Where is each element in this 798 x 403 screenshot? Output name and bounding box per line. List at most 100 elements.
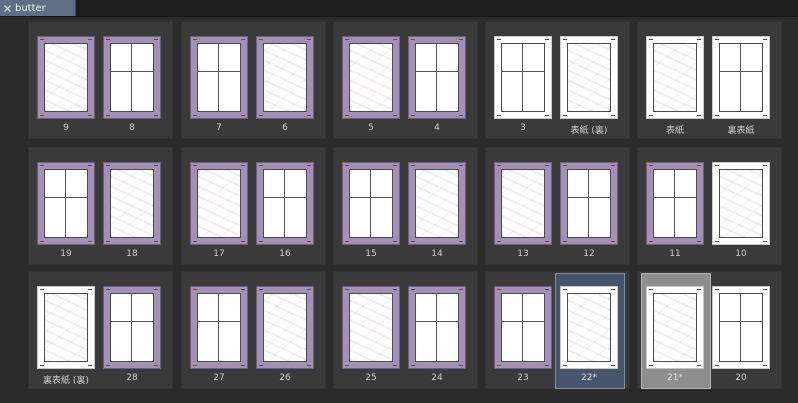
page-canvas [719,169,763,238]
crop-mark [545,115,549,116]
spread[interactable]: 23 22* [485,271,630,389]
crop-mark [40,241,44,242]
page-thumbnail[interactable] [37,36,95,119]
page-canvas [653,169,697,238]
crop-mark [345,165,349,166]
spread[interactable]: 3 表紙 (裏) [485,21,630,139]
page-canvas [197,169,241,238]
crop-mark [715,115,719,116]
page-thumbnail[interactable] [342,286,400,369]
page-thumbnail[interactable] [712,286,770,369]
page-thumbnail[interactable] [646,162,704,245]
spread[interactable]: 裏表紙 (裏) 28 [28,271,173,389]
crop-mark [259,165,263,166]
spread[interactable]: 11 10 [637,147,782,265]
crop-mark [345,39,349,40]
page-canvas [349,293,393,362]
page-thumbnail[interactable] [408,36,466,119]
crop-mark [88,241,92,242]
page-thumbnail[interactable] [712,162,770,245]
crop-mark [411,365,415,366]
page-thumbnail[interactable] [190,36,248,119]
crop-mark [497,365,501,366]
page-number-label: 20 [735,373,747,383]
page-thumbnail[interactable] [408,286,466,369]
page-canvas [197,43,241,112]
page-thumbnail[interactable] [560,36,618,119]
page-thumbnail[interactable] [494,162,552,245]
page-thumbnail[interactable] [256,36,314,119]
page-number-label: 22* [581,373,597,383]
page-thumbnail[interactable] [494,286,552,369]
page-canvas [415,43,459,112]
page-thumbnail[interactable] [646,36,704,119]
spread[interactable]: 表紙 裏表紙 [637,21,782,139]
page-thumbnail[interactable] [103,162,161,245]
spread[interactable]: 15 14 [333,147,478,265]
page-number-label: 19 [60,249,72,259]
page-number-label: 21* [667,373,683,383]
crop-mark [88,365,92,366]
crop-mark [411,165,415,166]
page-canvas [653,43,697,112]
spread[interactable]: 27 26 [181,271,326,389]
page-thumbnail[interactable] [494,36,552,119]
spread[interactable]: 98 [28,21,173,139]
page-canvas [567,293,611,362]
crop-mark [763,115,767,116]
page-thumbnail[interactable] [256,162,314,245]
page-thumbnail[interactable] [190,162,248,245]
crop-mark [88,115,92,116]
crop-mark [649,115,653,116]
page-thumbnail[interactable] [408,162,466,245]
page-number-label: 6 [282,123,288,133]
spread[interactable]: 21* 20 [637,271,782,389]
spread[interactable]: 17 16 [181,147,326,265]
crop-mark [88,39,92,40]
page-thumbnail[interactable] [103,36,161,119]
crop-mark [393,365,397,366]
page-thumbnail[interactable] [37,286,95,369]
spread[interactable]: 54 [333,21,478,139]
page-thumbnail[interactable] [37,162,95,245]
crop-mark [393,115,397,116]
page-number-label: 8 [129,123,135,133]
page-thumbnail[interactable] [342,162,400,245]
crop-mark [763,289,767,290]
page-canvas [110,43,154,112]
crop-mark [88,165,92,166]
page-thumbnail[interactable] [190,286,248,369]
crop-mark [307,365,311,366]
crop-mark [106,115,110,116]
crop-mark [715,241,719,242]
spread[interactable]: 19 18 [28,147,173,265]
crop-mark [715,39,719,40]
page-thumbnail[interactable] [646,286,704,369]
crop-mark [545,165,549,166]
crop-mark [497,165,501,166]
spread[interactable]: 76 [181,21,326,139]
page-thumbnail[interactable] [342,36,400,119]
page-number-label: 表紙 [665,126,684,136]
crop-mark [241,39,245,40]
page-thumbnail[interactable] [560,286,618,369]
crop-mark [259,289,263,290]
page-thumbnail[interactable] [256,286,314,369]
tab-butter[interactable]: butter [0,0,76,16]
crop-mark [611,115,615,116]
page-number-label: 27 [213,373,225,383]
spread[interactable]: 25 24 [333,271,478,389]
crop-mark [697,289,701,290]
page-number-label: 11 [669,249,681,259]
page-thumbnail[interactable] [560,162,618,245]
crop-mark [259,115,263,116]
close-icon[interactable] [3,4,12,13]
crop-mark [241,289,245,290]
tab-bar: butter [0,0,798,17]
crop-mark [411,39,415,40]
crop-mark [307,241,311,242]
page-thumbnail[interactable] [103,286,161,369]
spread[interactable]: 13 12 [485,147,630,265]
crop-mark [345,115,349,116]
page-thumbnail[interactable] [712,36,770,119]
